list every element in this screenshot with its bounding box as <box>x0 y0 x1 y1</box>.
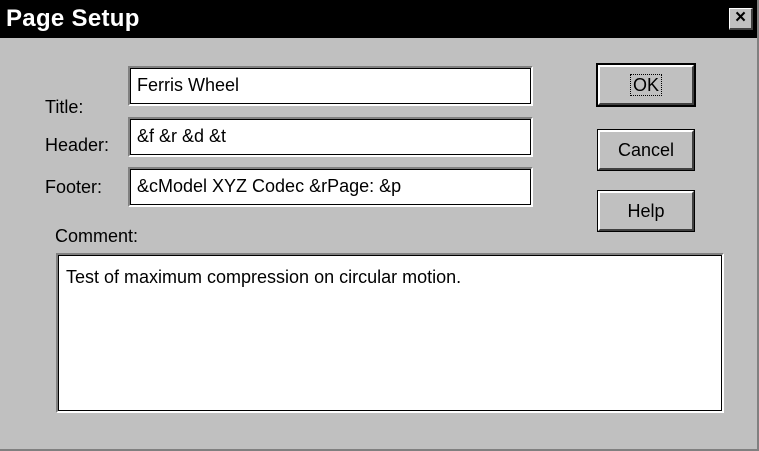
footer-input[interactable]: &cModel XYZ Codec &rPage: &p <box>128 167 533 207</box>
header-input[interactable]: &f &r &d &t <box>128 117 533 157</box>
comment-label: Comment: <box>55 226 139 246</box>
window-title: Page Setup <box>6 5 140 32</box>
ok-button-label: OK <box>629 74 662 96</box>
header-label: Header: <box>45 135 110 155</box>
page-setup-dialog: Page Setup × Title: Ferris Wheel Header:… <box>0 0 759 451</box>
close-button[interactable]: × <box>729 8 753 30</box>
close-icon: × <box>734 7 747 28</box>
comment-textarea[interactable]: Test of maximum compression on circular … <box>56 253 724 413</box>
title-input[interactable]: Ferris Wheel <box>128 66 533 106</box>
ok-button[interactable]: OK <box>596 63 696 107</box>
cancel-button[interactable]: Cancel <box>597 129 695 171</box>
title-bar: Page Setup × <box>0 0 757 38</box>
help-button[interactable]: Help <box>597 190 695 232</box>
footer-label: Footer: <box>45 177 103 197</box>
title-label: Title: <box>45 97 84 117</box>
